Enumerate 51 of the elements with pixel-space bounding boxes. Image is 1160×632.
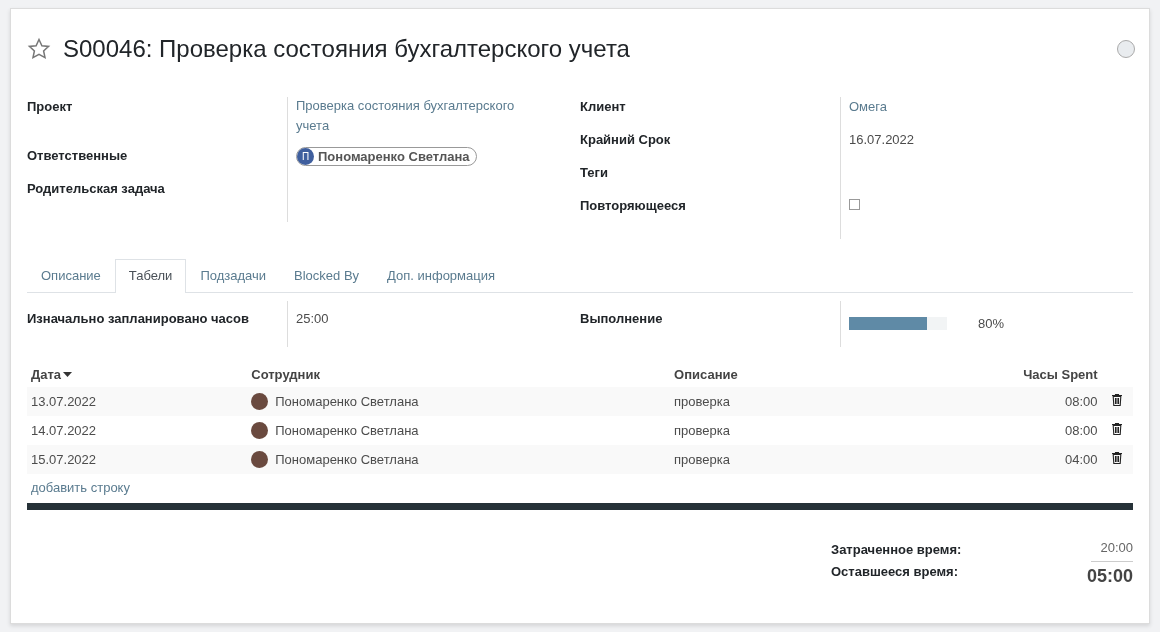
column-header[interactable]: Дата (27, 359, 248, 387)
field-label: Родительская задача (27, 180, 166, 198)
table-cell: 13.07.2022 (27, 387, 248, 416)
field-label: Крайний Срок (580, 131, 672, 149)
total-label: Затраченное время: (831, 541, 962, 557)
tab[interactable]: Доп. информация (373, 259, 510, 292)
table-cell: проверка (670, 445, 968, 474)
add-line-link[interactable]: добавить строку (31, 480, 130, 495)
table-cell: проверка (670, 387, 968, 416)
field-label: Ответственные (27, 147, 129, 165)
sort-caret-icon (63, 371, 73, 378)
avatar-photo (251, 422, 269, 439)
record-title: S00046: Проверка состояния бухгалтерского учета (63, 35, 631, 63)
field-link[interactable]: Омега (849, 97, 887, 127)
field-label: Выполнение (580, 310, 664, 328)
column-header[interactable]: Сотрудник (247, 359, 671, 387)
field-label: Повторяющееся (580, 197, 687, 215)
total-value: 20:00 (1091, 540, 1133, 562)
total-label: Оставшееся время: (831, 563, 958, 579)
table-cell: Пономаренко Светлана (275, 394, 419, 409)
table-cell: 04:00 (967, 445, 1102, 474)
field-label: Проект (27, 98, 74, 116)
column-header[interactable]: Часы Spent (967, 359, 1102, 387)
avatar-photo (251, 451, 269, 468)
star-icon[interactable] (27, 37, 51, 61)
field-label: Клиент (580, 98, 627, 116)
trash-icon[interactable] (1112, 394, 1123, 406)
field-link[interactable]: Проверка состояния бухгалтерского учета (296, 96, 536, 146)
tab[interactable]: Подзадачи (186, 259, 280, 292)
table-cell: 14.07.2022 (27, 416, 248, 445)
avatar-photo (251, 393, 269, 410)
table-cell: 08:00 (967, 416, 1102, 445)
avatar-initial: П (297, 148, 314, 165)
table-cell: Пономаренко Светлана (275, 452, 419, 467)
field-value: 25:00 (296, 311, 329, 326)
checkbox[interactable] (849, 199, 860, 210)
trash-icon[interactable] (1112, 423, 1123, 435)
table-cell: 08:00 (967, 387, 1102, 416)
trash-icon[interactable] (1112, 452, 1123, 464)
progress-reading: 80% (978, 316, 1005, 331)
field-value: 16.07.2022 (849, 132, 915, 147)
column-header[interactable]: Описание (670, 359, 968, 387)
tab[interactable]: Описание (27, 259, 115, 292)
field-label: Изначально запланировано часов (27, 310, 250, 328)
table-cell: 15.07.2022 (27, 445, 248, 474)
total-value: 05:00 (1086, 565, 1133, 588)
tab[interactable]: Табели (114, 259, 187, 293)
table-cell: Пономаренко Светлана (275, 423, 419, 438)
field-label: Теги (580, 164, 609, 182)
tab[interactable]: Blocked By (280, 259, 374, 292)
table-cell: проверка (670, 416, 968, 445)
